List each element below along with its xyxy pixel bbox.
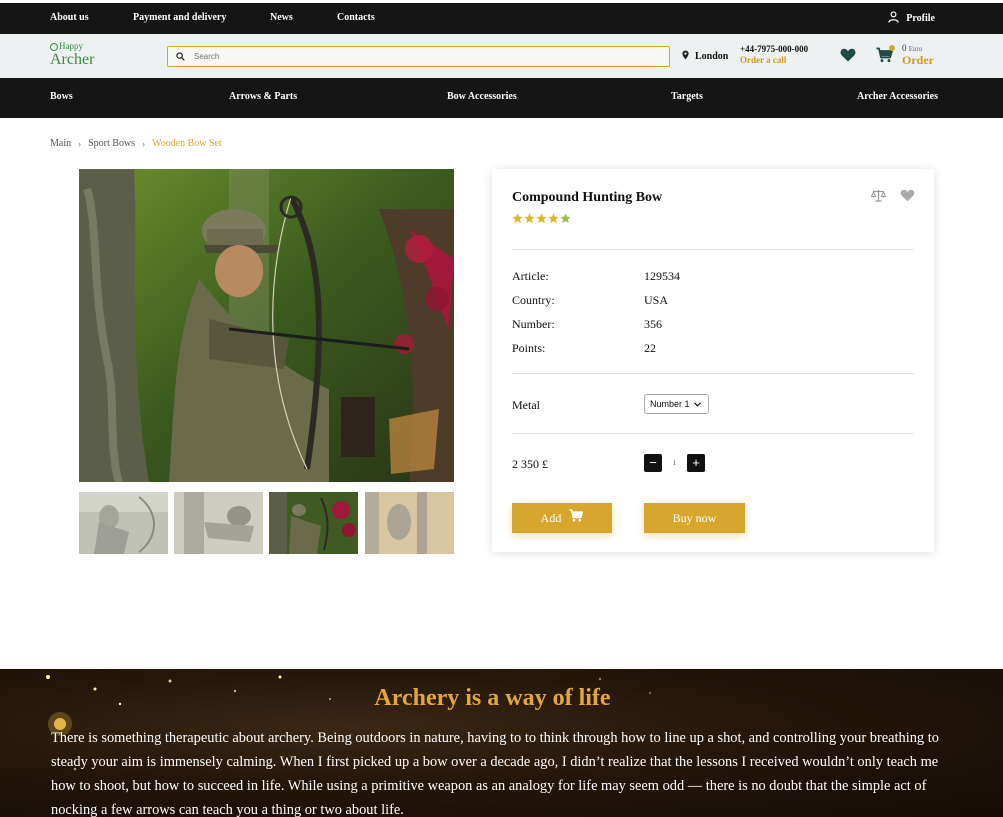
search-input[interactable] bbox=[194, 52, 654, 61]
cart-badge bbox=[889, 45, 895, 51]
nav-bows[interactable]: Bows bbox=[50, 91, 73, 102]
spec-number-label: Number: bbox=[512, 317, 555, 331]
main-nav: Bows Arrows & Parts Bow Accessories Targ… bbox=[0, 78, 1003, 118]
option-label: Metal bbox=[512, 398, 540, 412]
nav-archer-accessories[interactable]: Archer Accessories bbox=[857, 91, 938, 102]
add-to-cart-button[interactable]: Add bbox=[512, 503, 612, 533]
cart-currency: Euro bbox=[908, 45, 923, 53]
location-selector[interactable]: London bbox=[682, 50, 728, 63]
spec-country-value: USA bbox=[644, 293, 669, 307]
thumbnail-4[interactable] bbox=[365, 492, 454, 554]
logo-bottom-text: Archer bbox=[50, 51, 95, 68]
quantity-increase-button[interactable]: + bbox=[687, 454, 705, 472]
product-price: 2 350 £ bbox=[512, 457, 548, 471]
profile-link[interactable]: Profile bbox=[888, 11, 935, 26]
map-pin-icon bbox=[682, 50, 689, 63]
quantity-value[interactable]: 1 bbox=[662, 454, 687, 472]
spec-article-label: Article: bbox=[512, 269, 549, 283]
cart-icon bbox=[569, 503, 584, 533]
wishlist-heart-icon[interactable] bbox=[840, 48, 856, 62]
metal-select[interactable]: Number 1 bbox=[644, 394, 709, 414]
compare-scale-icon[interactable] bbox=[870, 189, 887, 207]
product-card: Compound Hunting Bow Article: 129534 Cou… bbox=[492, 169, 934, 552]
phone-number[interactable]: +44-7975-000-000 bbox=[740, 44, 808, 55]
nav-bow-accessories[interactable]: Bow Accessories bbox=[447, 91, 517, 102]
cart-summary[interactable]: 0 Euro Order bbox=[902, 43, 934, 67]
star-icon bbox=[524, 213, 535, 223]
logo-top-text: Happy bbox=[59, 41, 83, 51]
link-contacts[interactable]: Contacts bbox=[337, 12, 375, 23]
breadcrumb-sport-bows[interactable]: Sport Bows bbox=[88, 138, 135, 149]
order-call-link[interactable]: Order a call bbox=[740, 55, 808, 66]
rating-stars bbox=[512, 213, 571, 224]
link-payment-delivery[interactable]: Payment and delivery bbox=[133, 12, 226, 23]
link-about-us[interactable]: About us bbox=[50, 12, 89, 23]
search-box[interactable] bbox=[167, 46, 670, 67]
quantity-stepper: − 1 + bbox=[644, 454, 705, 472]
spec-number-value: 356 bbox=[644, 317, 662, 331]
link-news[interactable]: News bbox=[270, 12, 293, 23]
profile-label: Profile bbox=[906, 13, 935, 24]
nav-arrows-parts[interactable]: Arrows & Parts bbox=[229, 91, 297, 102]
thumbnail-3[interactable] bbox=[269, 492, 358, 554]
spec-article-value: 129534 bbox=[644, 269, 680, 283]
spec-points-label: Points: bbox=[512, 341, 546, 355]
nav-targets[interactable]: Targets bbox=[671, 91, 703, 102]
star-icon bbox=[560, 213, 571, 223]
buy-now-label: Buy now bbox=[672, 511, 717, 525]
chevron-down-icon bbox=[693, 399, 701, 409]
top-bar: About us Payment and delivery News Conta… bbox=[0, 3, 1003, 34]
banner-text: There is something therapeutic about arc… bbox=[51, 730, 939, 817]
star-icon bbox=[536, 213, 547, 223]
breadcrumb: Main › Sport Bows › Wooden Bow Set bbox=[50, 138, 222, 149]
cart-count: 0 bbox=[902, 43, 907, 53]
spec-points-value: 22 bbox=[644, 341, 656, 355]
product-title: Compound Hunting Bow bbox=[512, 190, 663, 205]
product-main-image[interactable] bbox=[79, 169, 454, 482]
spec-country-label: Country: bbox=[512, 293, 555, 307]
order-link[interactable]: Order bbox=[902, 54, 934, 66]
add-button-label: Add bbox=[540, 511, 562, 525]
favorite-heart-icon[interactable] bbox=[900, 189, 915, 207]
user-icon bbox=[888, 11, 899, 26]
buy-now-button[interactable]: Buy now bbox=[644, 503, 745, 533]
divider bbox=[512, 373, 914, 374]
thumbnail-2[interactable] bbox=[174, 492, 263, 554]
lifestyle-banner: Archery is a way of life There is someth… bbox=[0, 669, 1003, 817]
metal-select-value: Number 1 bbox=[650, 399, 690, 409]
logo-ring-icon bbox=[50, 42, 58, 51]
chevron-right-icon: › bbox=[78, 138, 82, 149]
divider bbox=[512, 249, 914, 250]
star-icon bbox=[548, 213, 559, 223]
banner-title: Archery is a way of life bbox=[374, 685, 611, 711]
thumbnail-1[interactable] bbox=[79, 492, 168, 554]
divider bbox=[512, 433, 914, 434]
chevron-right-icon: › bbox=[142, 138, 146, 149]
star-icon bbox=[512, 213, 523, 223]
phone-block: +44-7975-000-000 Order a call bbox=[740, 44, 808, 67]
breadcrumb-current: Wooden Bow Set bbox=[152, 138, 222, 149]
logo[interactable]: Happy Archer bbox=[50, 42, 94, 68]
product-thumbnails bbox=[79, 492, 454, 554]
breadcrumb-main[interactable]: Main bbox=[50, 138, 71, 149]
city-label: London bbox=[695, 51, 729, 62]
search-icon bbox=[176, 48, 185, 66]
quantity-decrease-button[interactable]: − bbox=[644, 454, 662, 472]
